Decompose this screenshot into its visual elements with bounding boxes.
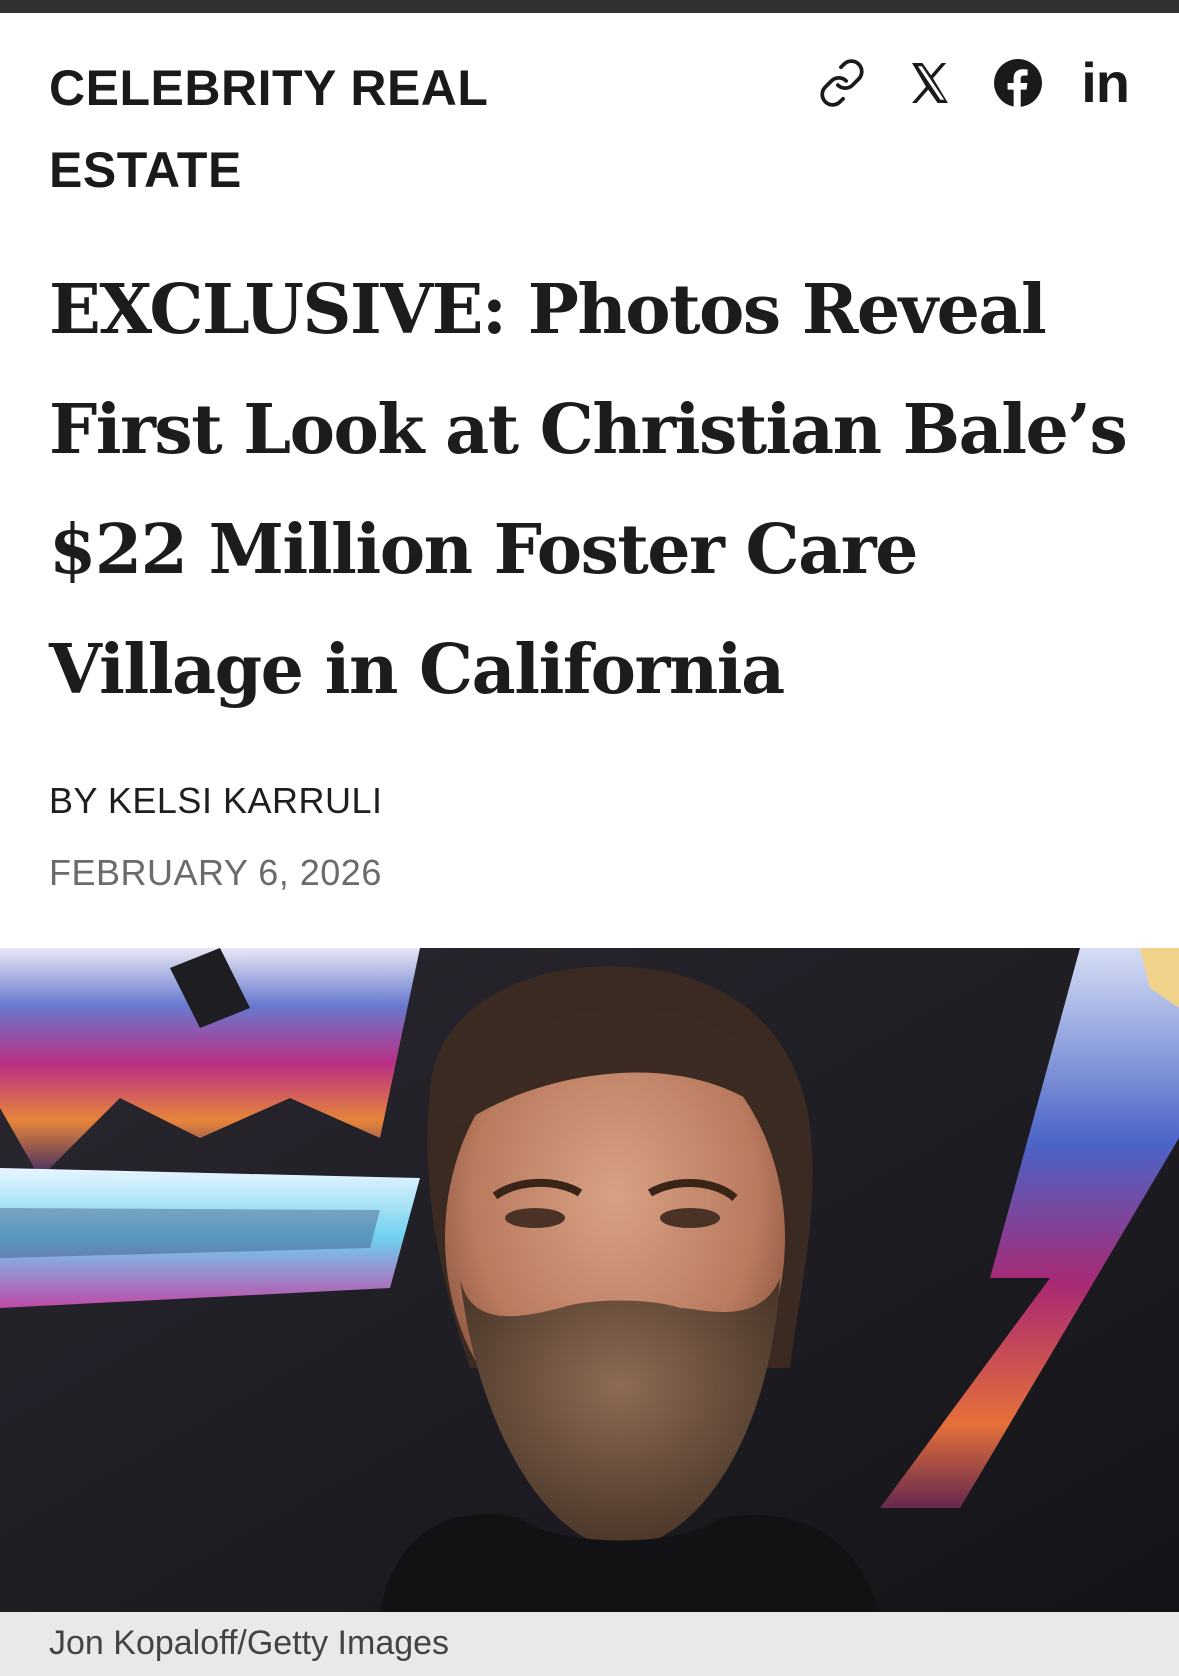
- hero-photo-illustration: [0, 948, 1179, 1612]
- x-icon[interactable]: [905, 59, 955, 107]
- facebook-icon[interactable]: [993, 58, 1043, 108]
- photo-credit: Jon Kopaloff/Getty Images: [49, 1624, 450, 1662]
- author-link[interactable]: KELSI KARRULI: [108, 780, 383, 821]
- top-bar: [0, 0, 1179, 13]
- linkedin-icon[interactable]: in: [1081, 55, 1130, 111]
- link-icon[interactable]: [817, 58, 867, 108]
- article-headline: EXCLUSIVE: Photos Reveal First Look at C…: [49, 270, 1128, 710]
- category-link[interactable]: CELEBRITY REAL ESTATE: [49, 47, 609, 211]
- photo-caption-bar: Jon Kopaloff/Getty Images: [0, 1612, 1179, 1676]
- byline: BY KELSI KARRULI: [49, 780, 383, 822]
- hero-image: [0, 948, 1179, 1612]
- share-bar: in: [817, 53, 1130, 113]
- article-header: CELEBRITY REAL ESTATE in: [0, 13, 1179, 213]
- publish-date: FEBRUARY 6, 2026: [49, 852, 382, 893]
- byline-prefix: BY: [49, 780, 98, 821]
